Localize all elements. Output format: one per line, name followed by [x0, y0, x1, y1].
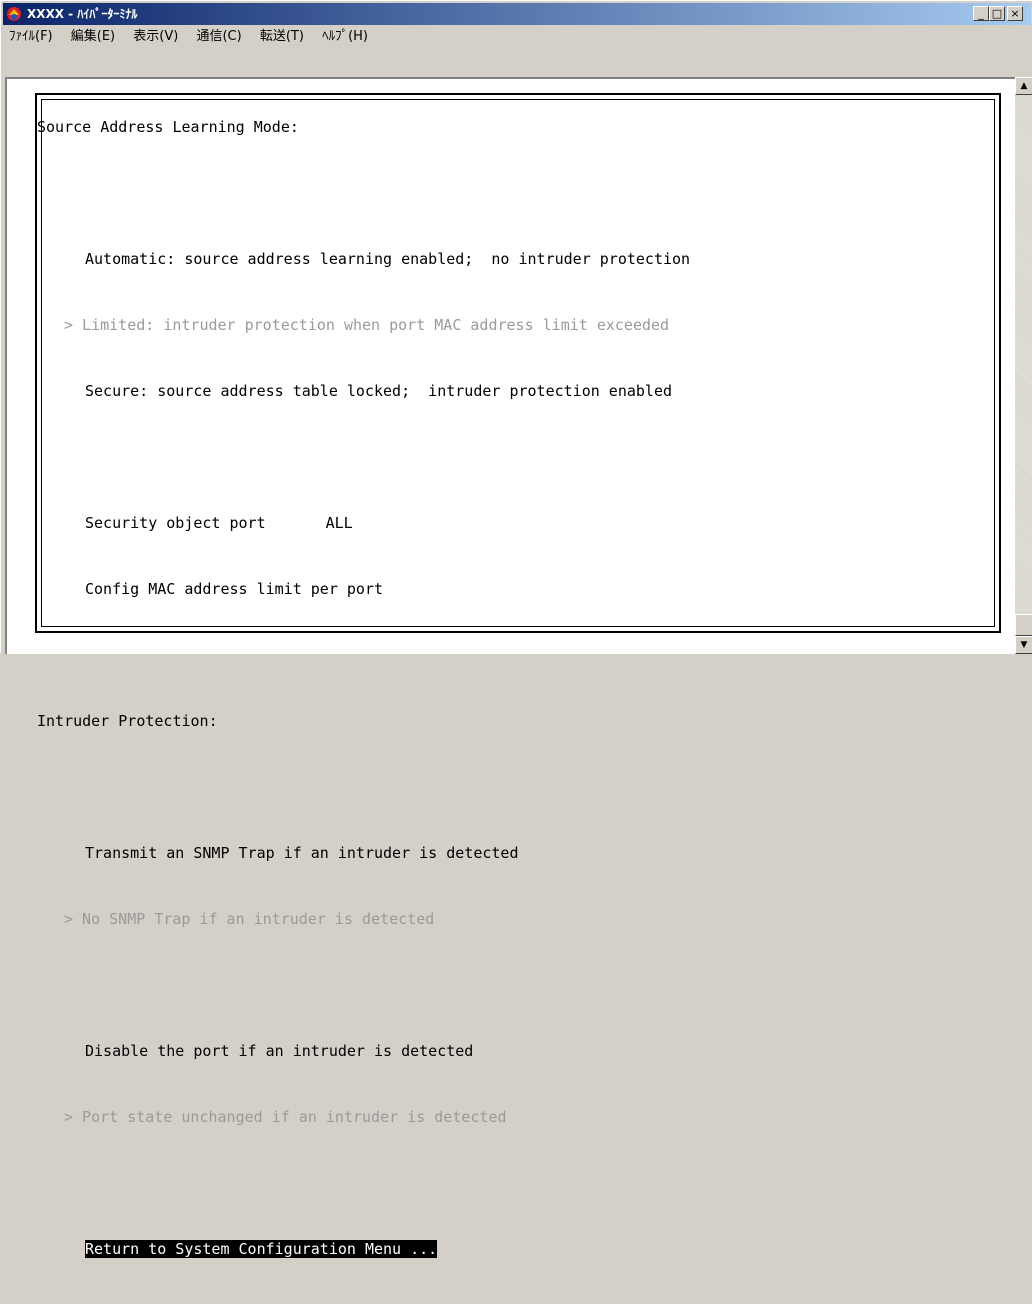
title-bar: XXXX - ﾊｲﾊﾟｰﾀｰﾐﾅﾙ _ □ × [3, 3, 1031, 25]
return-menu-button[interactable]: Return to System Configuration Menu ... [85, 1240, 438, 1258]
security-object-port-label: Security object port [85, 514, 266, 532]
security-object-port-row[interactable]: Security object port ALL [37, 512, 690, 534]
scroll-thumb[interactable] [1015, 614, 1032, 636]
menu-communication[interactable]: 通信(C) [190, 27, 247, 47]
menu-file[interactable]: ﾌｧｲﾙ(F) [3, 27, 59, 47]
option-limited-selected[interactable]: > Limited: intruder protection when port… [37, 314, 690, 336]
minimize-button[interactable]: _ [973, 6, 989, 21]
source-learning-heading: Source Address Learning Mode: [37, 118, 299, 136]
close-button[interactable]: × [1007, 6, 1023, 21]
vertical-scrollbar[interactable]: ▲ ▼ [1015, 77, 1032, 654]
security-object-port-value: ALL [325, 514, 353, 532]
option-secure[interactable]: Secure: source address table locked; int… [37, 380, 690, 402]
scroll-down-arrow-icon[interactable]: ▼ [1015, 636, 1032, 654]
option-automatic[interactable]: Automatic: source address learning enabl… [37, 248, 690, 270]
intruder-protection-heading: Intruder Protection: [37, 712, 218, 730]
window-title: XXXX - ﾊｲﾊﾟｰﾀｰﾐﾅﾙ [27, 7, 138, 21]
scroll-up-arrow-icon[interactable]: ▲ [1015, 77, 1032, 95]
menu-bar: ﾌｧｲﾙ(F) 編集(E) 表示(V) 通信(C) 転送(T) ﾍﾙﾌﾟ(H) [3, 27, 1031, 47]
menu-transfer[interactable]: 転送(T) [254, 27, 310, 47]
config-mac-limit[interactable]: Config MAC address limit per port [37, 578, 690, 600]
hyperterminal-icon [7, 7, 21, 21]
terminal-text: Source Address Learning Mode: Automatic:… [37, 72, 690, 1304]
maximize-button[interactable]: □ [989, 6, 1005, 21]
menu-view[interactable]: 表示(V) [127, 27, 184, 47]
option-transmit-trap[interactable]: Transmit an SNMP Trap if an intruder is … [37, 842, 690, 864]
terminal-window: XXXX - ﾊｲﾊﾟｰﾀｰﾐﾅﾙ _ □ × ﾌｧｲﾙ(F) 編集(E) 表示… [0, 0, 1032, 1258]
option-port-unchanged-selected[interactable]: > Port state unchanged if an intruder is… [37, 1106, 690, 1128]
option-no-trap-selected[interactable]: > No SNMP Trap if an intruder is detecte… [37, 908, 690, 930]
menu-help[interactable]: ﾍﾙﾌﾟ(H) [316, 27, 374, 47]
option-disable-port[interactable]: Disable the port if an intruder is detec… [37, 1040, 690, 1062]
menu-edit[interactable]: 編集(E) [65, 27, 121, 47]
